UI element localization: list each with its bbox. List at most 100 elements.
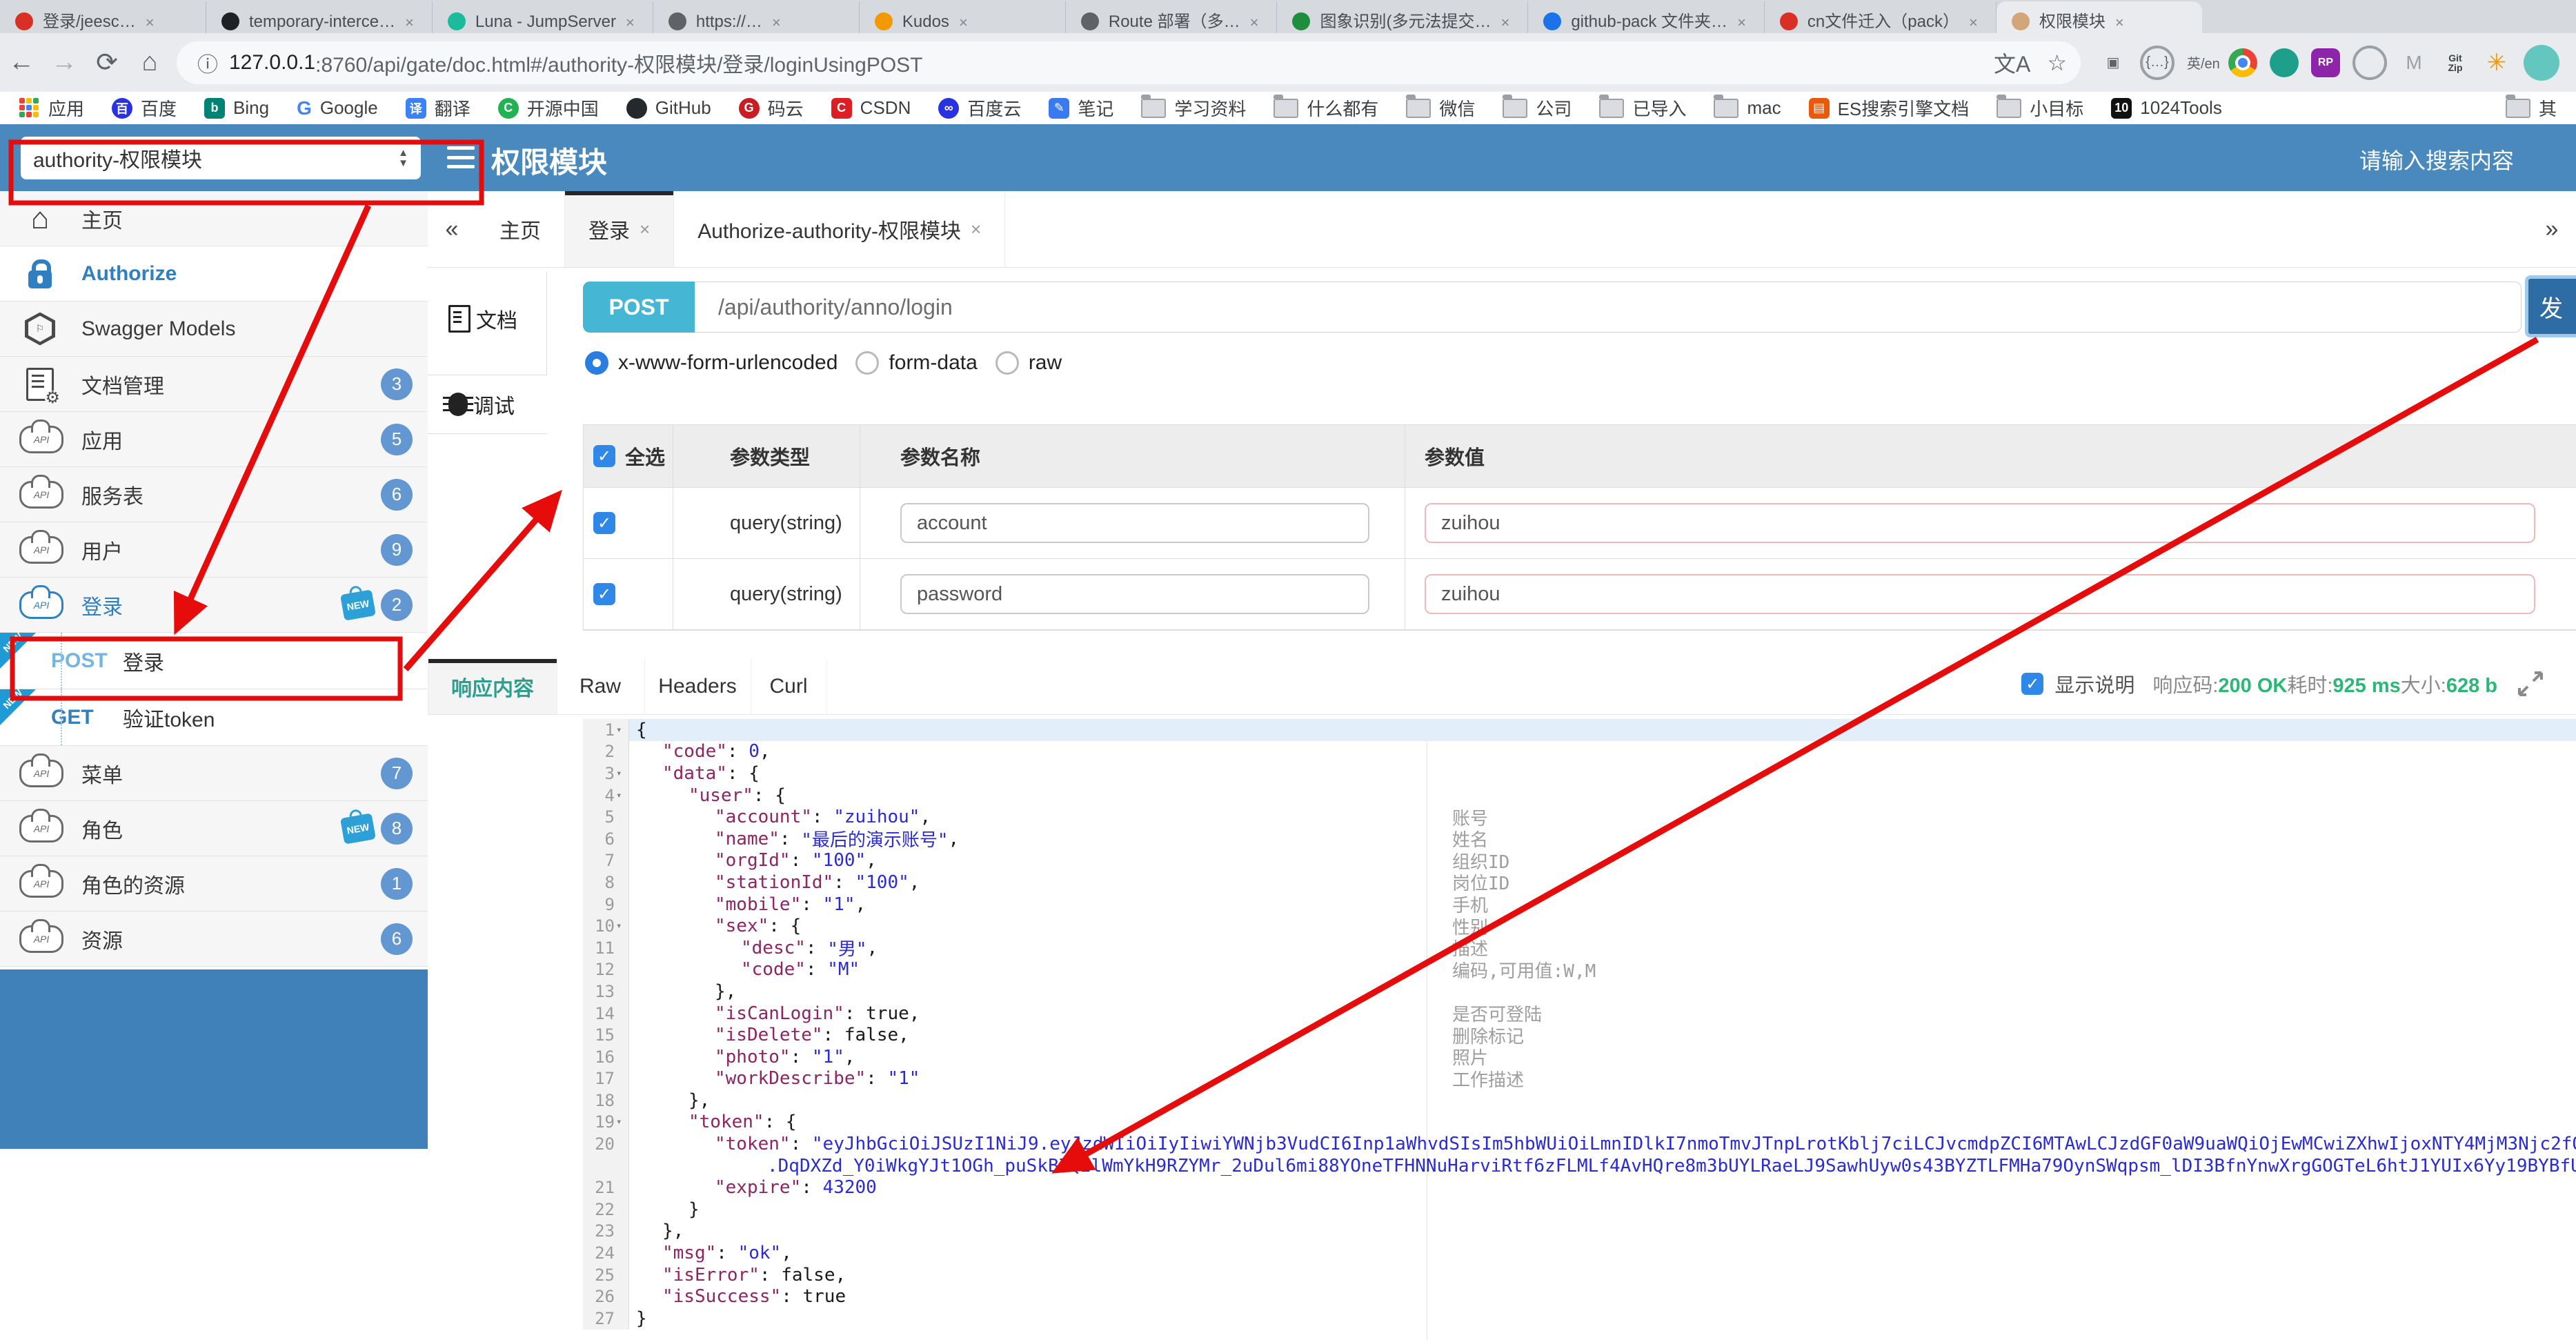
bookmark-item[interactable]: 应用 bbox=[19, 95, 84, 121]
tab-close-icon[interactable]: × bbox=[772, 14, 781, 32]
bookmark-item[interactable]: GitHub bbox=[626, 97, 711, 119]
sidebar-item-资源[interactable]: API 资源 6 bbox=[0, 912, 428, 967]
header-select-all[interactable]: ✓ 全选 bbox=[584, 425, 673, 487]
body-type-option[interactable]: raw bbox=[995, 351, 1062, 375]
param-value-input[interactable] bbox=[1425, 574, 2535, 614]
tab-close-icon[interactable]: × bbox=[2115, 14, 2124, 32]
extension-icon[interactable]: 英/en bbox=[2187, 48, 2220, 77]
radio-icon[interactable] bbox=[855, 351, 880, 375]
tab-close-icon[interactable]: × bbox=[1500, 14, 1509, 32]
doc-tab-Authorize-authority-权限模块[interactable]: Authorize-authority-权限模块 × bbox=[674, 191, 1006, 267]
browser-tab[interactable]: cn文件迁入（pack） × bbox=[1765, 1, 1997, 33]
profile-avatar[interactable] bbox=[2524, 44, 2559, 81]
browser-tab[interactable]: github-pack 文件夹… × bbox=[1528, 1, 1765, 33]
rail-item-debug[interactable]: 调试 bbox=[443, 379, 545, 430]
chrome-icon[interactable] bbox=[2228, 48, 2257, 77]
tab-close-icon[interactable]: × bbox=[1250, 14, 1259, 32]
bookmark-item[interactable]: 已导入 bbox=[1599, 94, 1686, 121]
response-tab-Curl[interactable]: Curl bbox=[751, 659, 827, 714]
bookmark-item[interactable]: b Bing bbox=[204, 97, 269, 119]
tab-close-icon[interactable]: × bbox=[146, 14, 155, 32]
body-type-option[interactable]: form-data bbox=[855, 351, 978, 375]
checkbox-checked-icon[interactable]: ✓ bbox=[593, 445, 615, 467]
bookmark-item[interactable]: 百百度 bbox=[112, 95, 177, 121]
extension-icon[interactable]: M bbox=[2399, 48, 2428, 77]
translate-icon[interactable]: 文A bbox=[1994, 47, 2030, 79]
bookmark-item[interactable]: C 开源中国 bbox=[497, 95, 599, 121]
radio-icon[interactable] bbox=[995, 351, 1019, 375]
body-type-option[interactable]: x-www-form-urlencoded bbox=[585, 351, 838, 375]
sidebar-item-Authorize[interactable]: Authorize bbox=[0, 246, 428, 302]
doc-tab-close-icon[interactable]: × bbox=[971, 219, 981, 240]
bookmark-item[interactable]: ∞ 百度云 bbox=[938, 95, 1021, 121]
bookmark-item[interactable]: 10 1024Tools bbox=[2111, 97, 2222, 119]
search-input[interactable]: 请输入搜索内容 bbox=[2359, 144, 2514, 175]
sidebar-item-角色的资源[interactable]: API 角色的资源 1 bbox=[0, 856, 428, 912]
rp-extension-icon[interactable]: RP bbox=[2311, 48, 2340, 77]
bookmark-item[interactable]: G 码云 bbox=[738, 95, 804, 121]
tab-close-icon[interactable]: × bbox=[1969, 14, 1978, 32]
response-json-viewer[interactable]: 1 ▾{2 "code": 0, 3 ▾ "data": {4 ▾ "user": {5 "ac… bbox=[583, 719, 2576, 1340]
doc-tab-主页[interactable]: 主页 bbox=[476, 191, 565, 267]
response-tab-Headers[interactable]: Headers bbox=[644, 659, 751, 714]
sidebar-item-文档管理[interactable]: 文档管理 3 bbox=[0, 357, 428, 412]
browser-tab[interactable]: https://… × bbox=[653, 1, 860, 33]
bookmark-item[interactable]: 微信 bbox=[1406, 94, 1475, 121]
bookmark-star-icon[interactable]: ☆ bbox=[2047, 50, 2067, 76]
browser-tab[interactable]: Route 部署（多… × bbox=[1066, 1, 1278, 33]
sidebar-endpoint-登录[interactable]: NEW POST 登录 bbox=[0, 631, 428, 689]
sidebar-item-用户[interactable]: API 用户 9 bbox=[0, 522, 428, 578]
reload-icon[interactable]: ⟳ bbox=[86, 47, 128, 78]
bookmark-item[interactable]: 什么都有 bbox=[1274, 94, 1378, 121]
radio-icon[interactable] bbox=[585, 351, 608, 375]
sidebar-item-服务表[interactable]: API 服务表 6 bbox=[0, 467, 428, 522]
param-name-input[interactable] bbox=[900, 503, 1369, 543]
expand-icon[interactable] bbox=[2515, 669, 2546, 699]
tab-close-icon[interactable]: × bbox=[626, 14, 635, 32]
globe-extension-icon[interactable] bbox=[2270, 48, 2299, 77]
gitzip-icon[interactable]: Git Zip bbox=[2441, 48, 2470, 77]
module-select[interactable]: authority-权限模块 ▲ ▼ bbox=[21, 137, 421, 179]
rail-item-doc[interactable]: 文档 bbox=[448, 293, 545, 344]
sidebar-item-菜单[interactable]: API 菜单 7 bbox=[0, 746, 428, 801]
bookmark-item[interactable]: C CSDN bbox=[831, 97, 911, 119]
tab-close-icon[interactable]: × bbox=[1737, 14, 1746, 32]
extension-icon[interactable] bbox=[2352, 45, 2387, 80]
tab-close-icon[interactable]: × bbox=[405, 14, 414, 32]
home-icon[interactable]: ⌂ bbox=[128, 48, 171, 77]
sidebar-item-主页[interactable]: ⌂ 主页 bbox=[0, 191, 428, 246]
forward-icon[interactable]: → bbox=[43, 48, 86, 77]
bookmark-item[interactable]: G Google bbox=[297, 97, 378, 119]
browser-tab[interactable]: 图象识别(多元法提交… × bbox=[1277, 1, 1529, 33]
back-icon[interactable]: ← bbox=[0, 48, 43, 77]
sidebar-endpoint-验证token[interactable]: NEW GET 验证token bbox=[0, 687, 428, 746]
bookmark-item[interactable]: 小目标 bbox=[1997, 94, 2083, 121]
pinwheel-extension-icon[interactable]: ✳ bbox=[2482, 48, 2511, 77]
browser-tab[interactable]: 登录/jeesc… × bbox=[0, 1, 206, 33]
sidebar-item-Swagger Models[interactable]: ⚐ Swagger Models bbox=[0, 302, 428, 357]
collapse-tabs-icon[interactable]: « bbox=[428, 191, 476, 267]
checkbox-checked-icon[interactable]: ✓ bbox=[593, 512, 615, 534]
send-button[interactable]: 发 bbox=[2525, 275, 2576, 337]
param-name-input[interactable] bbox=[900, 574, 1369, 614]
bookmark-item[interactable]: mac bbox=[1714, 94, 1781, 119]
response-tab-Raw[interactable]: Raw bbox=[556, 659, 645, 714]
bookmark-item[interactable]: 译翻译 bbox=[405, 95, 470, 121]
doc-tab-close-icon[interactable]: × bbox=[640, 219, 650, 240]
checkbox-checked-icon[interactable]: ✓ bbox=[593, 583, 615, 605]
extension-icon[interactable]: {…} bbox=[2140, 45, 2174, 80]
browser-tab[interactable]: Luna - JumpServer × bbox=[433, 1, 653, 33]
menu-icon[interactable] bbox=[447, 144, 475, 171]
tab-close-icon[interactable]: × bbox=[959, 14, 968, 32]
param-value-input[interactable] bbox=[1425, 503, 2535, 543]
show-description-toggle[interactable]: ✓ 显示说明 bbox=[2021, 669, 2134, 698]
bookmark-item[interactable]: ✎ 笔记 bbox=[1049, 95, 1113, 121]
bookmark-item[interactable]: ▤ ES搜索引擎文档 bbox=[1808, 95, 1969, 121]
sidebar-item-角色[interactable]: API 角色 NEW 8 bbox=[0, 801, 428, 856]
browser-tab[interactable]: 权限模块 × bbox=[1996, 1, 2202, 33]
bookmark-item[interactable]: 学习资料 bbox=[1141, 94, 1246, 121]
extension-icon[interactable]: ▣ bbox=[2099, 48, 2128, 77]
sidebar-item-应用[interactable]: API 应用 5 bbox=[0, 412, 428, 467]
address-bar[interactable]: ⓘ 127.0.0.1 :8760/api/gate/doc.html#/aut… bbox=[177, 41, 2081, 84]
response-tab-响应内容[interactable]: 响应内容 bbox=[428, 659, 557, 714]
